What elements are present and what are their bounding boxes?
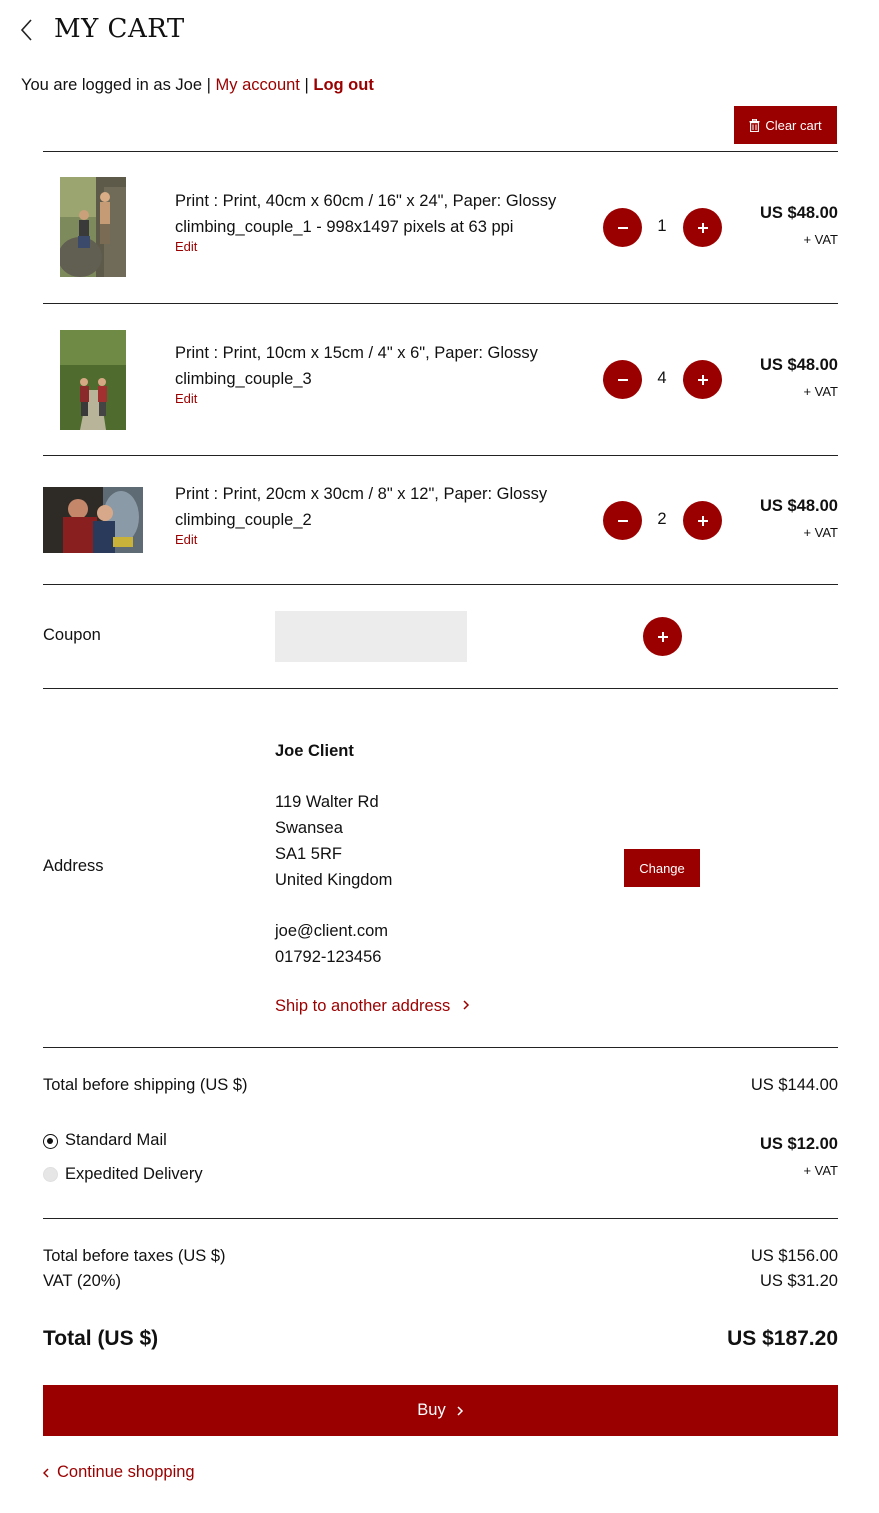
expedited-delivery-label[interactable]: Expedited Delivery [65, 1165, 203, 1184]
coupon-input[interactable] [275, 611, 467, 662]
continue-shopping-link[interactable]: Continue shopping [43, 1463, 195, 1482]
shipping-price: US $12.00 [760, 1135, 838, 1153]
item-file-name: climbing_couple_2 [175, 511, 312, 529]
cart-item: Print : Print, 10cm x 15cm / 4" x 6", Pa… [43, 304, 838, 455]
item-description: Print : Print, 40cm x 60cm / 16" x 24", … [175, 188, 556, 256]
total-before-taxes-value: US $156.00 [750, 1247, 838, 1265]
climbing-couple-photo[interactable] [60, 177, 126, 277]
total-before-shipping-label: Total before shipping (US $) [43, 1076, 248, 1094]
chevron-left-icon [43, 1467, 49, 1478]
item-description: Print : Print, 20cm x 30cm / 8" x 12", P… [175, 481, 547, 549]
increase-quantity-button[interactable] [683, 208, 722, 247]
apply-coupon-button[interactable] [643, 617, 682, 656]
quantity-value: 4 [657, 369, 667, 387]
customer-name: Joe Client [275, 742, 354, 760]
plus-icon [697, 515, 708, 526]
plus-icon [697, 374, 708, 385]
item-print-spec: Print : Print, 10cm x 15cm / 4" x 6", Pa… [175, 344, 538, 362]
item-description: Print : Print, 10cm x 15cm / 4" x 6", Pa… [175, 340, 538, 408]
item-print-spec: Print : Print, 20cm x 30cm / 8" x 12", P… [175, 485, 548, 503]
shipping-address: Joe Client 119 Walter Rd Swansea SA1 5RF… [275, 739, 392, 970]
coupon-label: Coupon [43, 626, 101, 644]
vat-label: VAT (20%) [43, 1272, 121, 1290]
vat-note: + VAT [803, 1163, 838, 1178]
increase-quantity-button[interactable] [683, 501, 722, 540]
decrease-quantity-button[interactable] [603, 360, 642, 399]
separator: | [299, 76, 314, 94]
divider [43, 584, 838, 585]
item-file-name: climbing_couple_1 - 998x1497 pixels at 6… [175, 218, 514, 236]
change-address-button[interactable]: Change [624, 849, 700, 887]
address-street: 119 Walter Rd [275, 793, 379, 812]
item-file-name: climbing_couple_3 [175, 370, 312, 388]
login-status: You are logged in as Joe | My account | … [21, 76, 374, 95]
address-postcode: SA1 5RF [275, 844, 342, 863]
minus-icon [617, 519, 628, 522]
edit-link[interactable]: Edit [175, 390, 538, 408]
expedited-delivery-radio[interactable] [43, 1167, 58, 1182]
address-city: Swansea [275, 819, 343, 838]
hikers-on-trail-photo[interactable] [60, 330, 126, 430]
continue-shopping-label: Continue shopping [57, 1463, 195, 1481]
buy-label: Buy [417, 1401, 446, 1419]
divider [43, 1047, 838, 1048]
climbers-closeup-photo[interactable] [43, 487, 143, 553]
edit-link[interactable]: Edit [175, 531, 547, 549]
grand-total-label: Total (US $) [43, 1327, 159, 1350]
cart-item: Print : Print, 40cm x 60cm / 16" x 24", … [43, 152, 838, 303]
plus-icon [657, 631, 668, 642]
grand-total-value: US $187.20 [727, 1327, 838, 1350]
clear-cart-label: Clear cart [765, 117, 822, 133]
vat-note: + VAT [803, 384, 838, 399]
my-account-link[interactable]: My account [216, 76, 300, 94]
standard-mail-label[interactable]: Standard Mail [65, 1131, 167, 1150]
clear-cart-button[interactable]: Clear cart [734, 106, 837, 144]
total-before-taxes-label: Total before taxes (US $) [43, 1247, 226, 1265]
page-title: MY CART [54, 14, 185, 44]
item-price: US $48.00 [760, 356, 838, 374]
vat-value: US $31.20 [760, 1272, 838, 1290]
divider [43, 688, 838, 689]
chevron-left-icon [20, 19, 32, 41]
plus-icon [697, 222, 708, 233]
vat-note: + VAT [803, 525, 838, 540]
item-print-spec: Print : Print, 40cm x 60cm / 16" x 24", … [175, 192, 557, 210]
vat-note: + VAT [803, 232, 838, 247]
cart-item: Print : Print, 20cm x 30cm / 8" x 12", P… [43, 456, 838, 584]
decrease-quantity-button[interactable] [603, 208, 642, 247]
customer-email: joe@client.com [275, 921, 389, 940]
total-before-shipping-value: US $144.00 [750, 1076, 838, 1094]
chevron-right-icon [457, 1405, 463, 1416]
separator: | [202, 76, 216, 94]
address-country: United Kingdom [275, 870, 393, 889]
edit-link[interactable]: Edit [175, 238, 556, 256]
decrease-quantity-button[interactable] [603, 501, 642, 540]
chevron-right-icon [463, 1000, 469, 1010]
minus-icon [617, 226, 628, 229]
item-price: US $48.00 [760, 204, 838, 222]
increase-quantity-button[interactable] [683, 360, 722, 399]
back-button[interactable] [18, 16, 38, 44]
customer-phone: 01792-123456 [275, 947, 382, 966]
trash-icon [749, 118, 760, 132]
divider [43, 1218, 838, 1219]
buy-button[interactable]: Buy [43, 1385, 838, 1436]
ship-to-another-address-link[interactable]: Ship to another address [275, 997, 473, 1016]
quantity-value: 2 [657, 510, 667, 528]
ship-to-another-address-label: Ship to another address [275, 997, 451, 1015]
minus-icon [617, 378, 628, 381]
quantity-value: 1 [657, 217, 667, 235]
logout-link[interactable]: Log out [313, 76, 373, 94]
address-label: Address [43, 857, 104, 875]
login-status-text: You are logged in as Joe [21, 76, 203, 94]
item-price: US $48.00 [760, 497, 838, 515]
standard-mail-radio[interactable] [43, 1134, 58, 1149]
